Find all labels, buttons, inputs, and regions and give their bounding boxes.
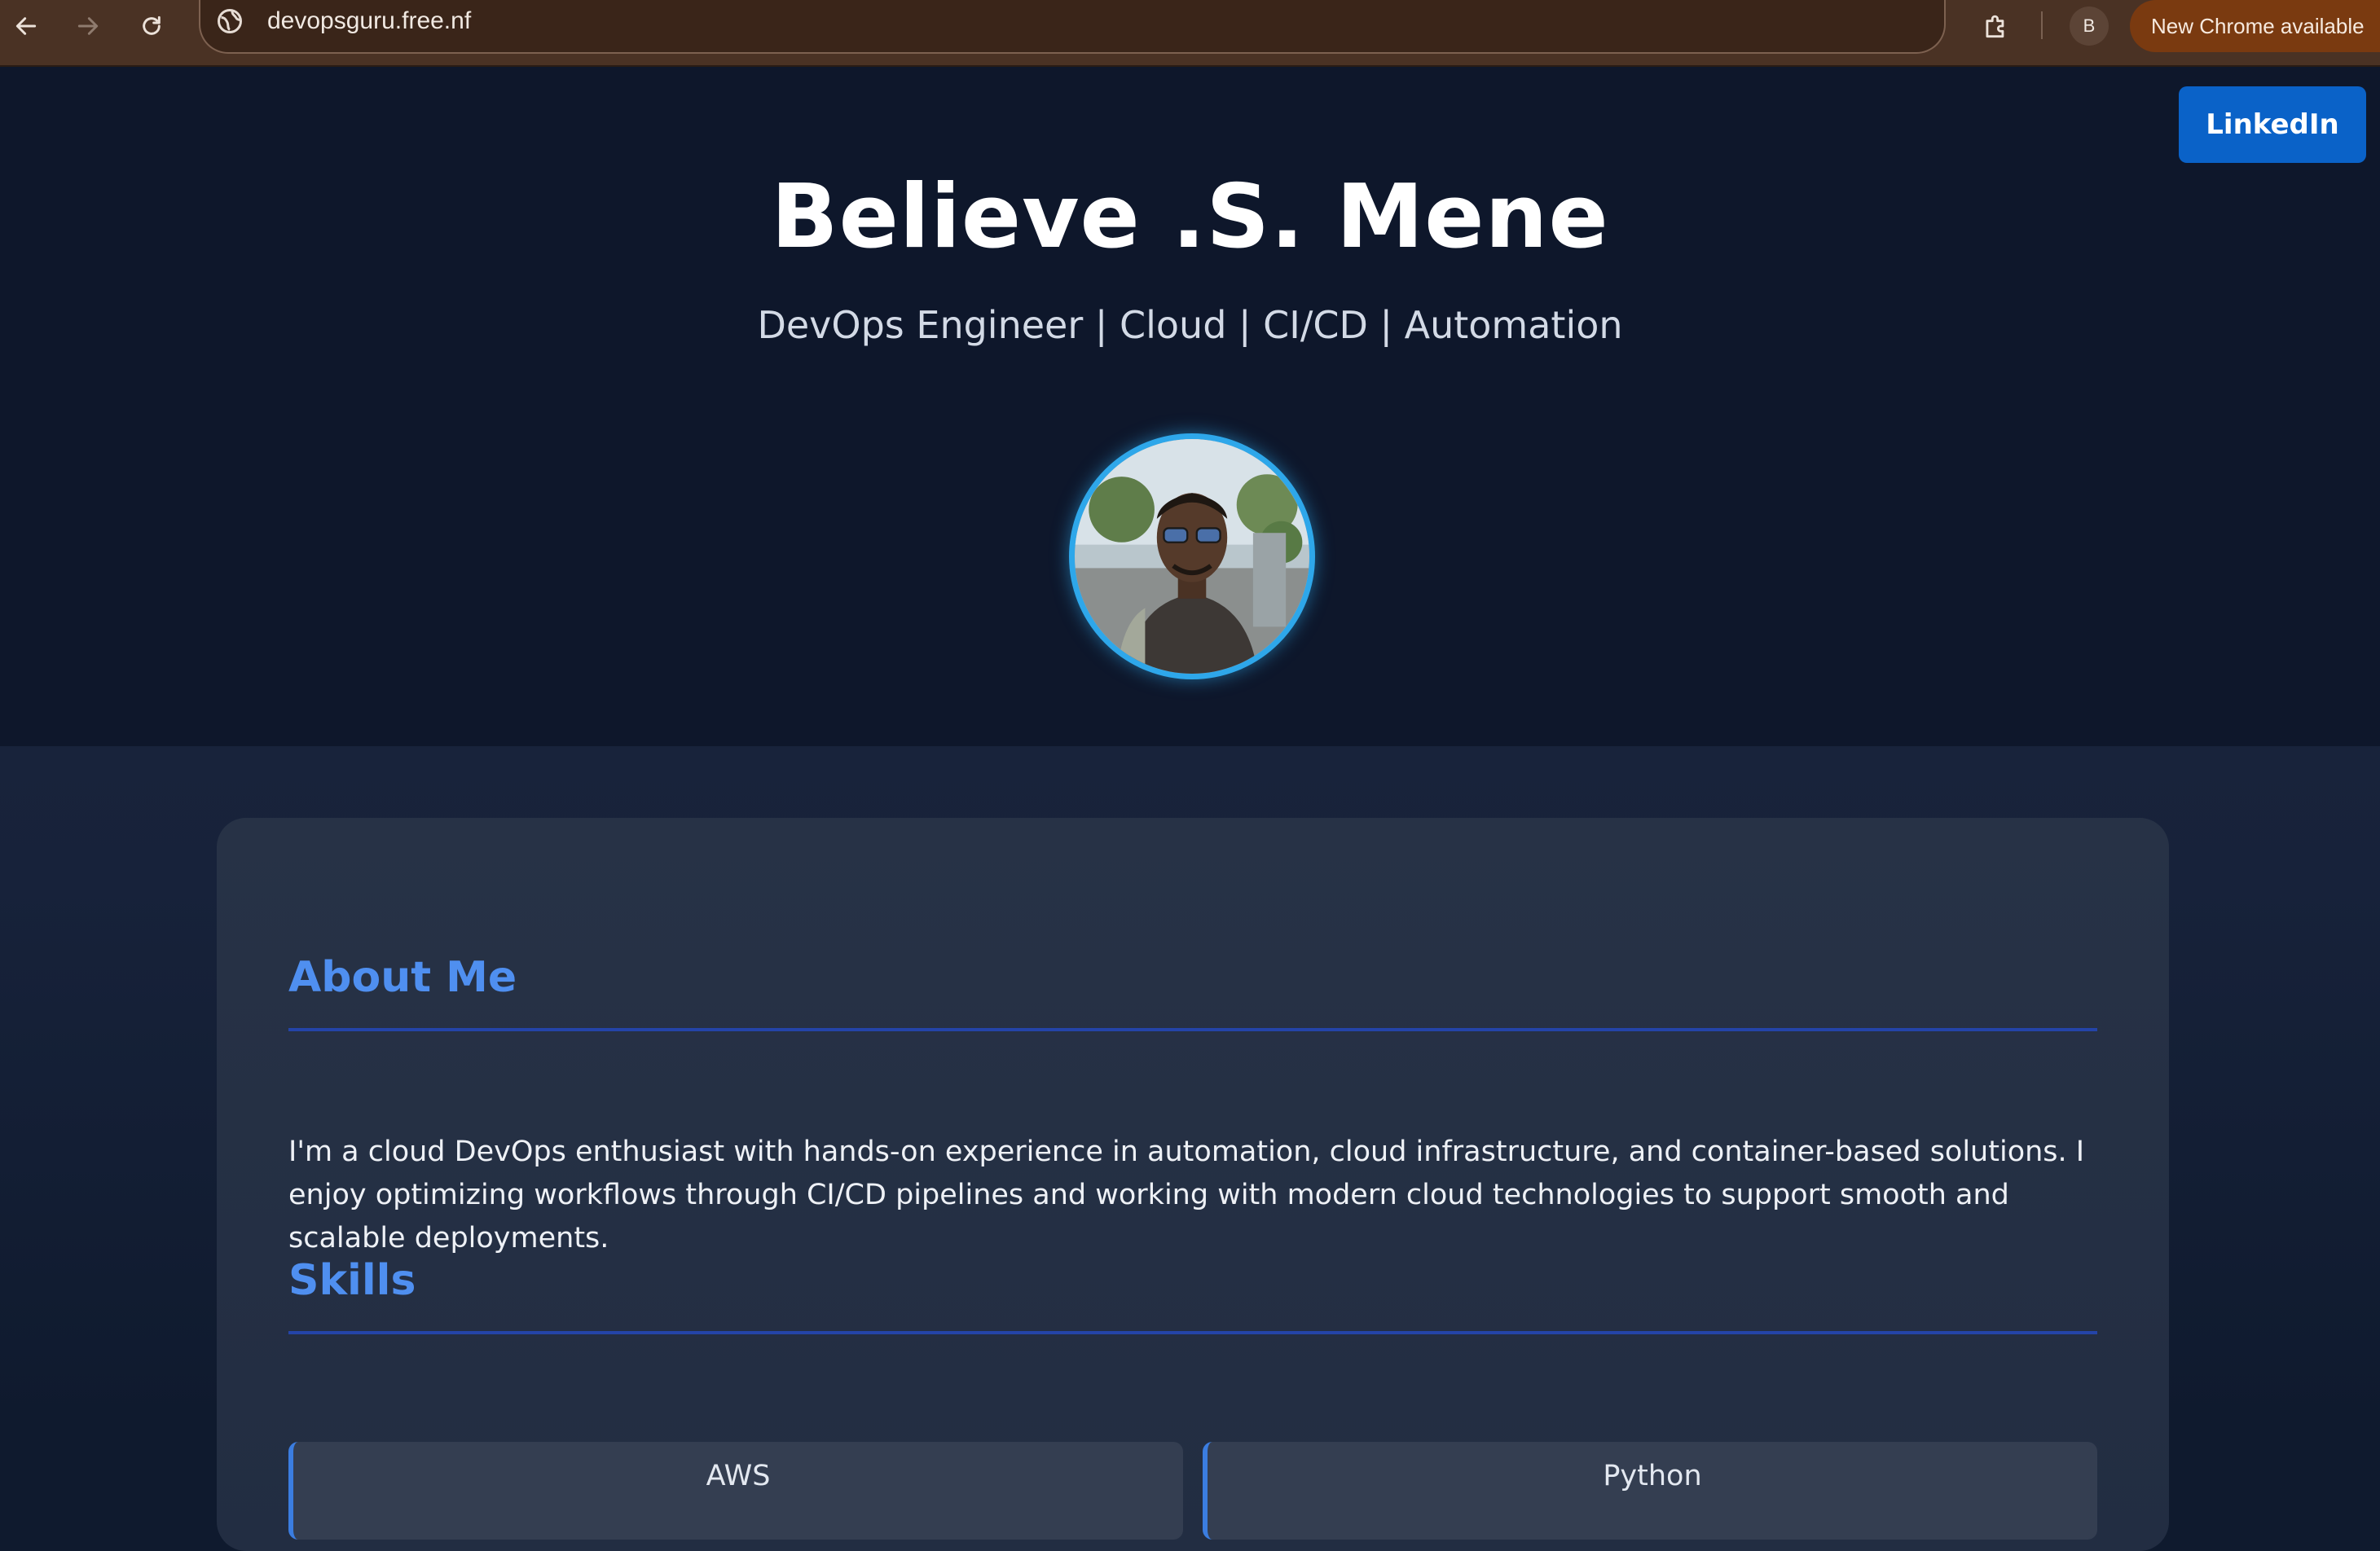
page-title: Believe .S. Mene: [771, 166, 1609, 268]
profile-avatar[interactable]: B: [2070, 7, 2109, 46]
skills-title: Skills: [288, 1256, 416, 1305]
reload-button[interactable]: [125, 3, 178, 49]
tagline: DevOps Engineer | Cloud | CI/CD | Automa…: [757, 303, 1623, 347]
toolbar-divider: [2041, 11, 2043, 39]
reload-icon: [143, 15, 161, 35]
content-card: About Me I'm a cloud DevOps enthusiast w…: [217, 818, 2169, 1551]
page-body: LinkedIn Believe .S. Mene DevOps Enginee…: [0, 67, 2380, 1551]
url-text[interactable]: devopsguru.free.nf: [267, 7, 471, 35]
update-chrome-button[interactable]: New Chrome available: [2130, 0, 2380, 52]
skills-divider: [288, 1331, 2097, 1334]
site-info-icon[interactable]: [215, 7, 244, 36]
skill-card-aws: AWS: [288, 1442, 1183, 1540]
about-text: I'm a cloud DevOps enthusiast with hands…: [288, 1136, 2085, 1254]
back-button[interactable]: [0, 3, 52, 49]
back-arrow-icon: [15, 17, 37, 35]
address-bar[interactable]: devopsguru.free.nf: [199, 0, 1946, 54]
extensions-puzzle-icon: [1986, 15, 2004, 38]
forward-arrow-icon: [77, 17, 99, 35]
forward-button[interactable]: [62, 3, 114, 49]
extensions-button[interactable]: [1972, 3, 2021, 49]
linkedin-button[interactable]: LinkedIn: [2179, 86, 2366, 163]
browser-toolbar: devopsguru.free.nf B New Chrome availabl…: [0, 0, 2380, 67]
skill-card-python: Python: [1203, 1442, 2097, 1540]
profile-photo: [1069, 433, 1315, 679]
about-divider: [288, 1028, 2097, 1031]
about-title: About Me: [288, 953, 517, 1002]
hero-section: LinkedIn Believe .S. Mene DevOps Enginee…: [0, 67, 2380, 746]
profile-photo-image: [1075, 439, 1309, 674]
